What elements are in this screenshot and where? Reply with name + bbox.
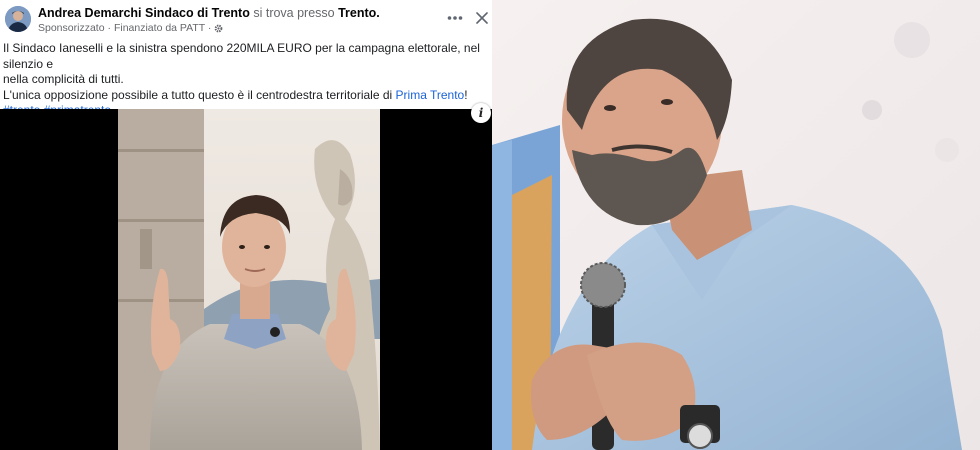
- location-prefix: si trova presso: [253, 6, 335, 20]
- funded-by-label: · Finanziato da PATT ·: [107, 22, 212, 34]
- author-line: Andrea Demarchi Sindaco di Trento si tro…: [38, 6, 380, 20]
- facebook-post: Andrea Demarchi Sindaco di Trento si tro…: [0, 0, 492, 450]
- author-name[interactable]: Andrea Demarchi Sindaco di Trento: [38, 6, 250, 20]
- post-text-line: L'unica opposizione possibile a tutto qu…: [3, 88, 489, 104]
- video-frame: [0, 109, 492, 450]
- sponsored-label[interactable]: Sponsorizzato: [38, 22, 105, 34]
- post-body-text: Il Sindaco Ianeselli e la sinistra spend…: [3, 41, 489, 119]
- more-horizontal-icon: [447, 15, 463, 21]
- post-text-line: nella complicità di tutti.: [3, 72, 124, 86]
- prima-trento-link[interactable]: Prima Trento: [396, 88, 465, 102]
- speaker-image: [492, 0, 980, 450]
- gear-icon[interactable]: [214, 24, 223, 33]
- sponsored-video[interactable]: [0, 109, 492, 450]
- info-icon[interactable]: i: [471, 103, 491, 123]
- more-options-button[interactable]: [445, 8, 465, 28]
- author-avatar[interactable]: [5, 6, 31, 32]
- location-link[interactable]: Trento.: [338, 6, 380, 20]
- post-header: Andrea Demarchi Sindaco di Trento si tro…: [0, 0, 492, 40]
- post-text-segment: !: [464, 87, 468, 102]
- post-text-segment: L'unica opposizione possibile a tutto qu…: [3, 87, 393, 102]
- close-button[interactable]: [472, 8, 492, 28]
- close-icon: [476, 12, 488, 24]
- post-meta: Sponsorizzato · Finanziato da PATT ·: [38, 22, 223, 34]
- speaker-photo: [492, 0, 980, 450]
- post-text-line: Il Sindaco Ianeselli e la sinistra spend…: [3, 41, 480, 71]
